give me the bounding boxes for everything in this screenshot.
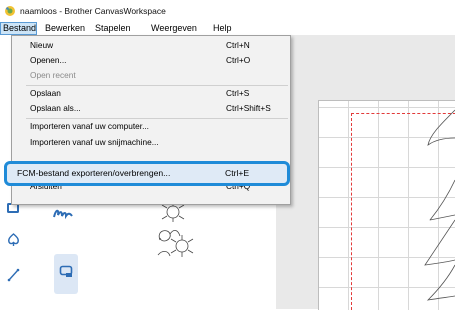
menu-separator <box>26 118 288 119</box>
menu-item-shortcut: Ctrl+S <box>226 88 250 98</box>
menu-help[interactable]: Help <box>213 22 232 35</box>
menu-item-label: FCM-bestand exporteren/overbrengen... <box>17 168 171 178</box>
menu-item-shortcut: Ctrl+E <box>225 168 250 178</box>
menu-item-label: Opslaan als... <box>30 103 81 113</box>
menu-separator <box>26 85 288 86</box>
menu-item-label: Open recent <box>30 70 76 80</box>
menu-item-importeren-computer[interactable]: Importeren vanaf uw computer... <box>30 121 285 133</box>
menu-bestand[interactable]: Bestand <box>0 22 37 35</box>
menu-item-shortcut: Ctrl+N <box>226 40 250 50</box>
menu-item-label: Importeren vanaf uw computer... <box>30 121 149 131</box>
window-title: naamloos - Brother CanvasWorkspace <box>20 6 166 16</box>
menu-item-opslaan-als[interactable]: Opslaan als... Ctrl+Shift+S <box>30 103 285 115</box>
menu-bar: Bestand Bewerken Stapelen Weergeven Help <box>0 22 455 35</box>
menu-item-label: Nieuw <box>30 40 54 50</box>
canvasworkspace-logo-icon <box>5 6 15 16</box>
menu-item-label: Opslaan <box>30 88 61 98</box>
menu-bewerken[interactable]: Bewerken <box>45 22 85 35</box>
menu-item-label: Openen... <box>30 55 67 65</box>
menu-item-open-recent: Open recent <box>30 70 285 82</box>
menu-item-openen[interactable]: Openen... Ctrl+O <box>30 55 285 67</box>
flower-pattern-thumbnail[interactable] <box>148 200 198 265</box>
tool-strip <box>0 200 45 309</box>
menu-item-label: Importeren vanaf uw snijmachine... <box>30 137 159 147</box>
menu-stapelen[interactable]: Stapelen <box>95 22 131 35</box>
menu-item-opslaan[interactable]: Opslaan Ctrl+S <box>30 88 285 100</box>
line-tool-icon[interactable] <box>7 268 20 282</box>
menu-item-importeren-snijmachine[interactable]: Importeren vanaf uw snijmachine... <box>30 137 285 149</box>
menu-weergeven[interactable]: Weergeven <box>151 22 197 35</box>
menu-item-nieuw[interactable]: Nieuw Ctrl+N <box>30 40 285 52</box>
title-bar: naamloos - Brother CanvasWorkspace <box>0 0 455 22</box>
shape-tool-icon[interactable] <box>7 233 20 247</box>
cursive-text-icon[interactable] <box>52 207 74 221</box>
menu-item-shortcut: Ctrl+O <box>226 55 251 65</box>
leaf-outline-shape[interactable] <box>410 100 455 309</box>
menu-item-shortcut: Ctrl+Shift+S <box>226 103 271 113</box>
rectangle-tool-icon[interactable] <box>59 265 74 278</box>
